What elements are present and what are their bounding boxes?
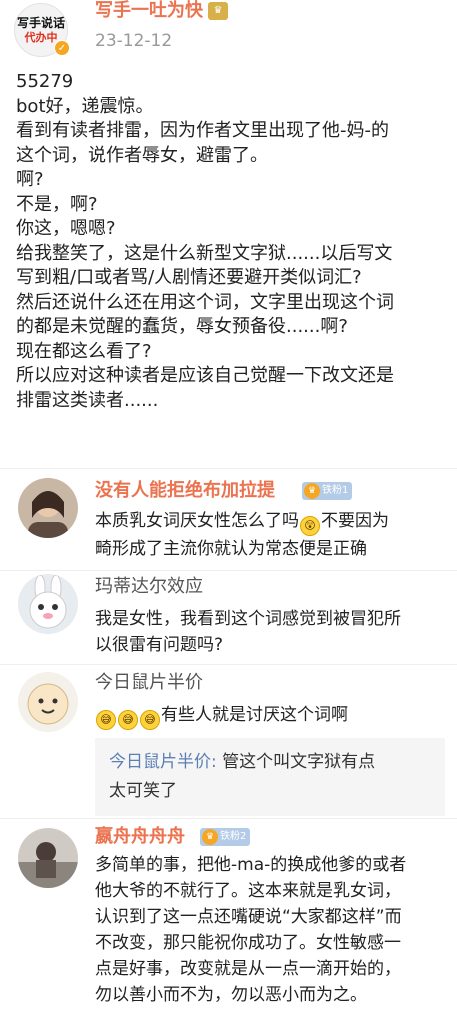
- reply-box[interactable]: 今日鼠片半价: 管这个叫文字狱有点 太可笑了: [95, 738, 445, 816]
- comment-line: 畸形成了主流你就认为常态便是正确: [95, 539, 367, 559]
- post-line: 55279: [16, 71, 74, 92]
- avatar-portrait-icon: [18, 478, 78, 538]
- member-badge-icon: ♛: [208, 2, 228, 20]
- shocked-face-emoji-icon: 😲: [300, 516, 320, 536]
- commenter-name[interactable]: 嬴舟舟舟舟: [95, 826, 185, 848]
- crown-icon: ♛: [202, 829, 218, 845]
- commenter-avatar[interactable]: [18, 828, 78, 888]
- comment-line: 勿以善小而不为，勿以恶小而为之。: [95, 985, 367, 1005]
- post-line: 现在都这么看了?: [16, 340, 152, 362]
- sweat-smile-emoji-icon: 😅: [118, 710, 138, 730]
- comment-line: 本质乳女词厌女性怎么了吗: [95, 511, 299, 531]
- comment-text: 多简单的事，把他-ma-的换成他爹的或者 他大爷的不就行了。这本来就是乳女词， …: [95, 852, 440, 1008]
- comment-line: 认识到了这一点还嘴硬说“大家都这样”而: [95, 907, 402, 927]
- reply-text: 管这个叫文字狱有点: [222, 752, 376, 772]
- sweat-smile-emoji-icon: 😅: [140, 710, 160, 730]
- post-line: bot好，递震惊。: [16, 95, 154, 117]
- comment-line: 我是女性，我看到这个词感觉到被冒犯所: [95, 609, 401, 629]
- comment-line: 有些人就是讨厌这个词啊: [161, 705, 348, 725]
- fan-badge: ♛ 铁粉2: [200, 828, 251, 846]
- post-line: 所以应对这种读者是应该自己觉醒一下改文还是: [16, 365, 394, 386]
- divider: [0, 818, 457, 819]
- fan-badge: ♛ 铁粉1: [302, 482, 353, 500]
- reply-text: 太可笑了: [109, 781, 177, 801]
- comment-item: 玛蒂达尔效应 我是女性，我看到这个词感觉到被冒犯所 以很雷有问题吗?: [0, 572, 457, 664]
- commenter-avatar[interactable]: [18, 574, 78, 634]
- comment-line: 点是好事，改变就是从一点一滴开始的，: [95, 959, 401, 979]
- fan-badge-label: 铁粉2: [220, 831, 247, 842]
- post-date: 23-12-12: [95, 31, 173, 51]
- reply-author-name[interactable]: 今日鼠片半价:: [109, 752, 217, 772]
- comment-item: 没有人能拒绝布加拉提 ♛ 铁粉1 本质乳女词厌女性怎么了吗 😲 不要因为 畸形成了主…: [0, 470, 457, 570]
- bunny-avatar-icon: [18, 574, 78, 634]
- comment-line: 多简单的事，把他-ma-的换成他爹的或者: [95, 855, 407, 875]
- post-line: 给我整笑了，这是什么新型文字狱......以后写文: [16, 242, 393, 264]
- divider: [0, 664, 457, 665]
- comment-text: 我是女性，我看到这个词感觉到被冒犯所 以很雷有问题吗?: [95, 606, 440, 658]
- comment-line: 以很雷有问题吗?: [95, 635, 224, 655]
- comment-line: 不要因为: [321, 511, 389, 531]
- post-header: 写手说话 代办中 ✓ 写手一吐为快 ♛ 23-12-12: [0, 0, 457, 66]
- post-line: 然后还说什么还在用这个词，文字里出现这个词: [16, 291, 394, 313]
- commenter-name[interactable]: 今日鼠片半价: [95, 672, 203, 694]
- post-body: 55279 bot好，递震惊。 看到有读者排雷，因为作者文里出现了他-妈-的 这…: [16, 70, 446, 413]
- post-line: 不是，啊?: [16, 193, 98, 215]
- post-line: 啊?: [16, 169, 44, 190]
- divider: [0, 468, 457, 469]
- comment-line: 他大爷的不就行了。这本来就是乳女词，: [95, 881, 401, 901]
- post-line: 的都是未觉醒的蠢货，辱女预备役......啊?: [16, 316, 348, 337]
- post-line: 写到粗/口或者骂/人剧情还要避开类似词汇?: [16, 267, 362, 288]
- comment-line: 不改变，那只能祝你成功了。女性敏感一: [95, 933, 401, 953]
- avatar-text-line2: 代办中: [24, 30, 58, 44]
- comment-text: 😅 😅 😅 有些人就是讨厌这个词啊: [95, 702, 440, 730]
- comment-text: 本质乳女词厌女性怎么了吗 😲 不要因为 畸形成了主流你就认为常态便是正确: [95, 508, 440, 562]
- comment-item: 嬴舟舟舟舟 ♛ 铁粉2 多简单的事，把他-ma-的换成他爹的或者 他大爷的不就行…: [0, 820, 457, 1025]
- verified-icon: ✓: [54, 40, 70, 56]
- crown-icon: ♛: [304, 483, 320, 499]
- post-line: 排雷这类读者......: [16, 389, 159, 411]
- avatar-text-line1: 写手说话: [16, 15, 65, 30]
- commenter-avatar[interactable]: [18, 478, 78, 538]
- post-line: 这个词，说作者辱女，避雷了。: [16, 144, 268, 166]
- post-line: 你这，嗯嗯?: [16, 218, 116, 239]
- author-name[interactable]: 写手一吐为快: [95, 0, 203, 22]
- commenter-avatar[interactable]: [18, 672, 78, 732]
- sweat-smile-emoji-icon: 😅: [96, 710, 116, 730]
- divider: [0, 570, 457, 571]
- fan-badge-label: 铁粉1: [322, 485, 349, 496]
- commenter-name[interactable]: 玛蒂达尔效应: [95, 576, 203, 598]
- commenter-name[interactable]: 没有人能拒绝布加拉提: [95, 480, 275, 502]
- comment-item: 今日鼠片半价 😅 😅 😅 有些人就是讨厌这个词啊 今日鼠片半价: 管这个叫文字狱有点 …: [0, 666, 457, 816]
- post-line: 看到有读者排雷，因为作者文里出现了他-妈-的: [16, 120, 389, 141]
- cartoon-avatar-icon: [18, 672, 78, 732]
- photo-avatar-icon: [18, 828, 78, 888]
